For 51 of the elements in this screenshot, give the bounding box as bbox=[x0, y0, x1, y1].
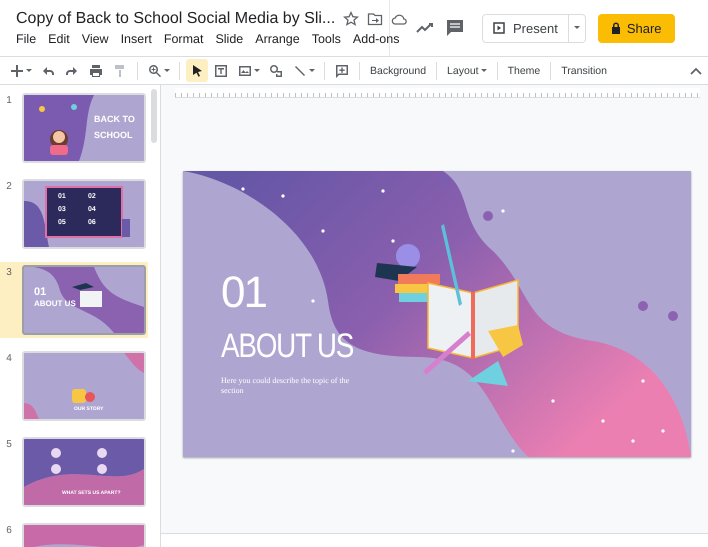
collapse-chevron-icon[interactable] bbox=[690, 66, 702, 74]
caret-icon bbox=[480, 68, 487, 72]
toolbar-button[interactable]: Transition bbox=[557, 59, 611, 82]
caret-icon bbox=[164, 68, 170, 72]
thumbnail-text: BACK TO bbox=[94, 115, 135, 124]
caret-icon bbox=[309, 68, 315, 72]
cursor-tool[interactable] bbox=[186, 59, 208, 82]
print-icon bbox=[88, 62, 104, 78]
slide-number: 6 bbox=[5, 524, 13, 538]
slide-number: 4 bbox=[5, 352, 13, 366]
slide-number: 2 bbox=[5, 180, 13, 194]
present-button[interactable]: Present bbox=[482, 14, 569, 42]
toolbar-button[interactable]: Theme bbox=[504, 59, 544, 82]
plus-icon bbox=[9, 62, 25, 78]
text-box-icon bbox=[213, 62, 229, 78]
comment-icon[interactable] bbox=[446, 19, 464, 37]
menu-item[interactable]: Tools bbox=[312, 32, 341, 46]
toolbar-button[interactable]: Background bbox=[366, 59, 430, 82]
share-button[interactable]: Share bbox=[598, 14, 675, 42]
shapes-icon bbox=[268, 62, 284, 78]
caret-icon bbox=[574, 26, 580, 30]
play-icon bbox=[493, 22, 505, 34]
slide-thumbnail[interactable]: 01 ABOUT US bbox=[22, 265, 146, 335]
move-folder-icon bbox=[367, 11, 384, 27]
menu-item[interactable]: File bbox=[16, 32, 36, 46]
scrollbar-thumb[interactable] bbox=[151, 89, 157, 143]
add-comment-icon bbox=[334, 62, 350, 78]
thumbnail-text: ABOUT US bbox=[34, 300, 76, 308]
section-title: ABOUT US bbox=[221, 329, 354, 363]
caret-icon bbox=[254, 68, 260, 72]
toolbar-button[interactable]: Layout bbox=[443, 59, 491, 82]
slide-number: 1 bbox=[5, 94, 13, 108]
menu-item[interactable]: Insert bbox=[120, 32, 152, 46]
slide-number: 5 bbox=[5, 438, 13, 452]
section-description: Here you could describe the topic of the section bbox=[221, 376, 350, 396]
thumbnail-text: 01 bbox=[34, 287, 46, 298]
star-icon bbox=[343, 11, 360, 27]
menu-item[interactable]: View bbox=[82, 32, 109, 46]
menu-item[interactable]: Slide bbox=[215, 32, 244, 46]
section-number: 01 bbox=[221, 271, 266, 315]
menu-item[interactable]: Arrange bbox=[255, 32, 300, 46]
document-title[interactable]: Copy of Back to School Social Media by Sli... bbox=[16, 10, 336, 28]
zoom-icon bbox=[147, 62, 163, 78]
caret-icon bbox=[26, 68, 32, 72]
lock-icon bbox=[610, 22, 621, 34]
menu-item[interactable]: Format bbox=[164, 32, 204, 46]
thumbnail-text: SCHOOL bbox=[94, 131, 133, 140]
slide-number: 3 bbox=[5, 266, 13, 280]
menu-item[interactable]: Add-ons bbox=[352, 32, 400, 46]
menu-item[interactable]: Edit bbox=[48, 32, 70, 46]
activity-chart-icon[interactable] bbox=[416, 22, 434, 34]
